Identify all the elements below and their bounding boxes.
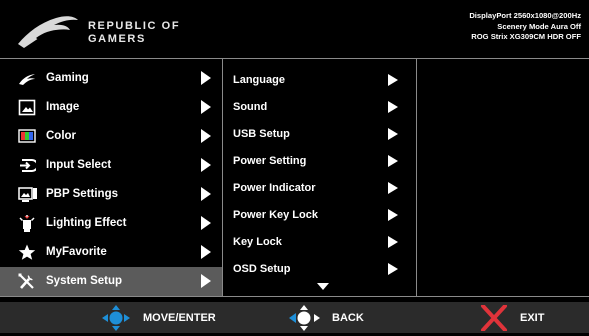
menu-item-color[interactable]: Color <box>0 122 222 151</box>
menu-label-color: Color <box>46 130 77 142</box>
status-line-model: ROG Strix XG309CM HDR OFF <box>471 32 581 41</box>
osd-header: REPUBLIC OF GAMERS DisplayPort 2560x1080… <box>0 0 589 58</box>
arrow-right-icon <box>201 158 211 172</box>
footer-divider <box>0 296 589 297</box>
submenu-item-usb-setup[interactable]: USB Setup <box>224 121 414 148</box>
arrow-right-icon <box>388 101 398 113</box>
arrow-right-icon <box>388 128 398 140</box>
color-icon <box>18 128 36 145</box>
menu-divider-2 <box>416 58 417 296</box>
osd-window: REPUBLIC OF GAMERS DisplayPort 2560x1080… <box>0 0 589 333</box>
arrow-right-icon <box>388 209 398 221</box>
menu-item-pbp-settings[interactable]: PBP Settings <box>0 180 222 209</box>
submenu-label-osd-setup: OSD Setup <box>233 263 291 275</box>
submenu-item-sound[interactable]: Sound <box>224 94 414 121</box>
close-icon <box>481 304 507 332</box>
pbp-icon <box>18 186 37 203</box>
menu-item-image[interactable]: Image <box>0 93 222 122</box>
arrow-right-icon <box>388 263 398 275</box>
arrow-right-icon <box>388 74 398 86</box>
exit-hint: EXIT <box>480 304 580 332</box>
input-select-icon <box>18 157 39 174</box>
arrow-right-icon <box>388 155 398 167</box>
move-enter-hint: MOVE/ENTER <box>100 305 240 331</box>
menu-divider-1 <box>222 58 223 296</box>
submenu-label-sound: Sound <box>233 101 268 113</box>
menu-item-gaming[interactable]: Gaming <box>0 64 222 93</box>
wrench-icon <box>18 273 36 290</box>
menu-item-myfavorite[interactable]: MyFavorite <box>0 238 222 267</box>
menu-item-lighting-effect[interactable]: Lighting Effect <box>0 209 222 238</box>
submenu-item-power-indicator[interactable]: Power Indicator <box>224 175 414 202</box>
submenu-label-power-key-lock: Power Key Lock <box>233 209 318 221</box>
submenu-item-power-setting[interactable]: Power Setting <box>224 148 414 175</box>
arrow-right-icon <box>201 100 211 114</box>
status-line-mode: Scenery Mode Aura Off <box>497 21 581 31</box>
submenu-item-key-lock[interactable]: Key Lock <box>224 229 414 256</box>
submenu-label-key-lock: Key Lock <box>233 236 282 248</box>
menu-label-image: Image <box>46 101 80 113</box>
main-menu: Gaming Image Color Input Select PBP Sett… <box>0 64 222 296</box>
submenu-label-power-setting: Power Setting <box>233 155 307 167</box>
status-info: DisplayPort 2560x1080@200Hz Scenery Mode… <box>469 11 581 43</box>
arrow-right-icon <box>201 245 211 259</box>
menu-label-myfavorite: MyFavorite <box>46 246 107 258</box>
rog-logo: REPUBLIC OF GAMERS <box>14 8 184 50</box>
rog-eye-icon <box>18 70 36 87</box>
arrow-right-icon <box>201 187 211 201</box>
star-icon <box>18 244 36 261</box>
exit-label: EXIT <box>520 312 545 324</box>
submenu-item-power-key-lock[interactable]: Power Key Lock <box>224 202 414 229</box>
arrow-right-icon <box>388 236 398 248</box>
submenu-item-language[interactable]: Language <box>224 67 414 94</box>
scroll-down-icon[interactable] <box>317 283 329 290</box>
menu-item-system-setup[interactable]: System Setup <box>0 267 222 296</box>
submenu-label-language: Language <box>233 74 285 86</box>
back-hint: BACK <box>288 305 388 331</box>
arrow-right-icon <box>201 216 211 230</box>
menu-label-input-select: Input Select <box>46 159 112 171</box>
joystick-back-icon <box>289 305 320 331</box>
status-line-signal: DisplayPort 2560x1080@200Hz <box>469 11 581 20</box>
submenu-label-usb-setup: USB Setup <box>233 128 290 140</box>
arrow-right-icon <box>201 129 211 143</box>
menu-item-input-select[interactable]: Input Select <box>0 151 222 180</box>
arrow-right-icon <box>388 182 398 194</box>
menu-label-gaming: Gaming <box>46 72 89 84</box>
submenu-label-power-indicator: Power Indicator <box>233 182 316 194</box>
sub-menu: Language Sound USB Setup Power Setting P… <box>224 67 414 283</box>
back-label: BACK <box>332 312 364 324</box>
menu-label-pbp-settings: PBP Settings <box>46 188 118 200</box>
joystick-move-icon <box>102 305 130 331</box>
arrow-right-icon <box>201 274 211 288</box>
submenu-item-osd-setup[interactable]: OSD Setup <box>224 256 414 283</box>
osd-footer: MOVE/ENTER BACK EXIT <box>0 302 589 333</box>
move-enter-label: MOVE/ENTER <box>143 312 216 324</box>
menu-label-lighting-effect: Lighting Effect <box>46 217 127 229</box>
image-icon <box>18 99 36 116</box>
rog-eye-logo-icon <box>18 16 78 48</box>
lighting-icon <box>18 215 36 232</box>
menu-label-system-setup: System Setup <box>46 275 123 287</box>
brand-text: REPUBLIC OF GAMERS <box>88 20 181 45</box>
arrow-right-icon <box>201 71 211 85</box>
header-divider <box>0 58 589 59</box>
